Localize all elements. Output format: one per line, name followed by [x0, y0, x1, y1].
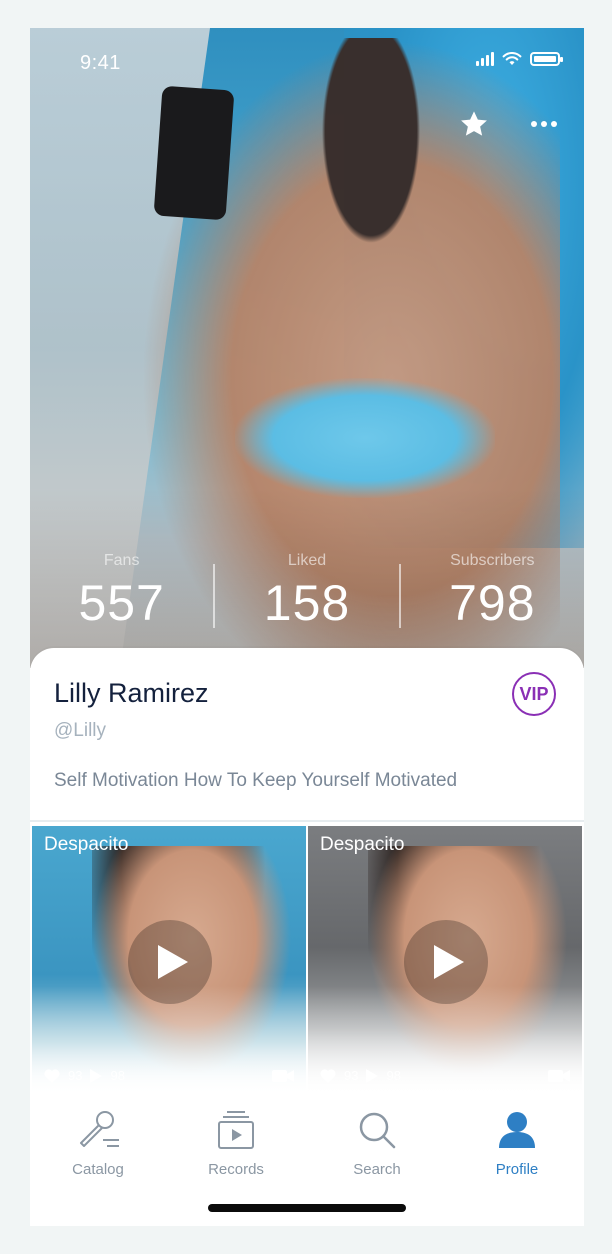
stat-subscribers[interactable]: Subscribers 798 — [401, 548, 584, 658]
status-icons — [476, 52, 563, 66]
tab-catalog[interactable]: Catalog — [38, 1110, 158, 1178]
video-title: Despacito — [44, 834, 129, 855]
cover-swimsuit — [235, 378, 495, 498]
video-likes: 93 — [344, 1068, 359, 1083]
search-icon — [359, 1112, 396, 1149]
video-meta: 93 98 — [320, 1068, 570, 1083]
records-icon — [218, 1111, 254, 1149]
video-card[interactable]: Despacito 93 98 — [308, 826, 582, 1096]
stat-fans[interactable]: Fans 557 — [30, 548, 213, 658]
stat-value: 798 — [449, 575, 536, 631]
play-button[interactable] — [404, 920, 488, 1004]
profile-card: Lilly Ramirez @Lilly Self Motivation How… — [30, 648, 584, 820]
tab-search[interactable]: Search — [317, 1110, 437, 1178]
video-meta: 93 98 — [44, 1068, 294, 1083]
favorite-star-icon[interactable] — [458, 108, 490, 140]
video-plays: 98 — [386, 1068, 401, 1083]
tab-label: Profile — [495, 1161, 539, 1178]
play-icon — [158, 945, 188, 979]
play-count-icon — [90, 1068, 103, 1083]
video-camera-icon — [272, 1069, 294, 1082]
stat-value: 557 — [78, 575, 165, 631]
microphone-icon — [80, 1111, 119, 1147]
status-time: 9:41 — [80, 52, 121, 74]
video-title: Despacito — [320, 834, 405, 855]
profile-name: Lilly Ramirez — [54, 678, 209, 708]
profile-handle[interactable]: @Lilly — [54, 720, 106, 742]
play-count-icon — [366, 1068, 379, 1083]
stat-liked[interactable]: Liked 158 — [215, 548, 398, 658]
tab-records[interactable]: Records — [176, 1110, 296, 1178]
video-likes: 93 — [68, 1068, 83, 1083]
video-card[interactable]: Despacito 93 98 — [32, 826, 306, 1096]
heart-icon — [44, 1068, 60, 1083]
wifi-icon — [502, 52, 522, 65]
tab-label: Records — [208, 1161, 264, 1178]
video-camera-icon — [548, 1069, 570, 1082]
home-indicator[interactable] — [208, 1204, 406, 1212]
profile-stats: Fans 557 Liked 158 Subscribers 798 — [30, 548, 584, 658]
phone-screen: 9:41 Fans 557 Liked 158 Subscribers 798 … — [30, 28, 584, 1226]
vip-badge: VIP — [512, 672, 556, 716]
cover-smartphone — [153, 85, 235, 221]
stat-value: 158 — [263, 575, 351, 631]
tab-label: Search — [353, 1161, 401, 1178]
heart-icon — [320, 1068, 336, 1083]
profile-bio: Self Motivation How To Keep Yourself Mot… — [54, 770, 458, 791]
stat-label: Subscribers — [450, 552, 535, 569]
profile-icon — [499, 1112, 535, 1148]
section-divider — [30, 820, 584, 822]
tab-profile[interactable]: Profile — [457, 1110, 577, 1178]
signal-icon — [476, 52, 494, 66]
play-icon — [434, 945, 464, 979]
tab-label: Catalog — [72, 1161, 124, 1178]
video-plays: 98 — [110, 1068, 125, 1083]
stat-label: Fans — [103, 552, 140, 569]
more-options-icon[interactable] — [530, 120, 558, 128]
stat-label: Liked — [287, 552, 327, 569]
battery-icon — [530, 52, 563, 66]
play-button[interactable] — [128, 920, 212, 1004]
profile-top-actions — [458, 108, 558, 140]
